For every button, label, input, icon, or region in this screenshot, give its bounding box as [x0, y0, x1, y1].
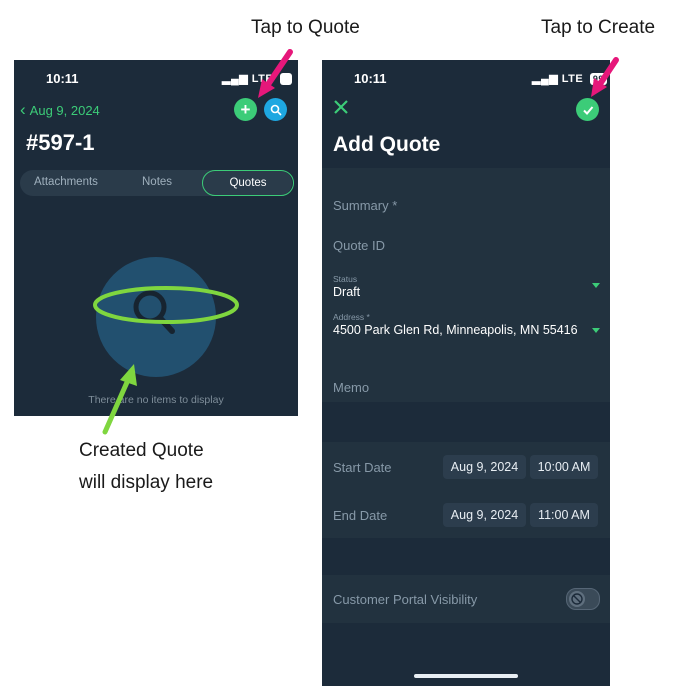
plus-icon: +: [240, 99, 251, 119]
status-label: Status: [333, 274, 358, 284]
empty-state-text: There are no items to display: [88, 394, 224, 406]
signal-bars-icon: ▂▄▆: [222, 73, 249, 85]
portal-visibility-toggle[interactable]: [566, 588, 600, 610]
start-date-picker[interactable]: Aug 9, 2024: [443, 455, 526, 479]
end-date-picker[interactable]: Aug 9, 2024: [443, 503, 526, 527]
back-button[interactable]: ‹ Aug 9, 2024: [20, 100, 100, 120]
tap-to-quote-annotation: Tap to Quote: [251, 17, 360, 38]
magnifier-icon: [133, 290, 175, 334]
add-quote-screen: 10:11 ▂▄▆ LTE 99 Add Quote Summary * Quo…: [322, 60, 610, 686]
page-title: #597-1: [26, 130, 95, 155]
tab-attachments[interactable]: Attachments: [34, 176, 98, 188]
battery-icon: [279, 73, 292, 85]
empty-state-illustration: [96, 257, 216, 377]
memo-field[interactable]: Memo: [333, 380, 369, 395]
toggle-knob: [569, 591, 585, 607]
status-time: 10:11: [354, 71, 387, 86]
address-dropdown-icon: [592, 328, 600, 333]
tab-quotes-label: Quotes: [229, 177, 267, 189]
back-label: Aug 9, 2024: [29, 102, 100, 118]
check-icon: [582, 105, 593, 115]
home-indicator: [414, 674, 518, 678]
address-select[interactable]: Address * 4500 Park Glen Rd, Minneapolis…: [322, 308, 610, 340]
search-button[interactable]: [264, 98, 287, 121]
signal-type: LTE: [251, 73, 274, 85]
create-quote-button[interactable]: [576, 98, 599, 121]
page-title: Add Quote: [333, 133, 441, 156]
status-time: 10:11: [46, 71, 79, 86]
created-quote-annotation-line2: will display here: [79, 472, 214, 493]
address-value: 4500 Park Glen Rd, Minneapolis, MN 55416: [333, 323, 578, 337]
created-quote-annotation-line1: Created Quote: [79, 440, 204, 461]
tab-notes[interactable]: Notes: [142, 176, 172, 188]
tab-bar: Attachments Notes Quotes: [20, 170, 294, 196]
quote-id-field[interactable]: Quote ID: [333, 238, 385, 253]
status-signal: ▂▄▆ LTE 99: [532, 72, 607, 85]
add-quote-button[interactable]: +: [234, 98, 257, 121]
summary-field[interactable]: Summary *: [333, 198, 397, 213]
quotes-list-screen: 10:11 ▂▄▆ LTE ‹ Aug 9, 2024 + #597-1 Att…: [14, 60, 298, 416]
disabled-icon: [571, 593, 583, 605]
signal-type: LTE: [561, 73, 584, 85]
start-date-label: Start Date: [333, 460, 392, 475]
battery-icon: 99: [589, 73, 607, 85]
status-dropdown-icon: [592, 283, 600, 288]
status-select[interactable]: Status Draft: [322, 270, 610, 302]
end-time-picker[interactable]: 11:00 AM: [530, 503, 598, 527]
status-signal: ▂▄▆ LTE: [222, 72, 292, 85]
portal-visibility-label: Customer Portal Visibility: [333, 592, 478, 607]
close-button[interactable]: [332, 98, 352, 118]
address-label: Address *: [333, 312, 370, 322]
status-value: Draft: [333, 285, 361, 299]
end-date-label: End Date: [333, 508, 388, 523]
tab-quotes[interactable]: Quotes: [202, 170, 294, 196]
signal-bars-icon: ▂▄▆: [532, 73, 559, 85]
close-icon: [334, 100, 348, 114]
search-icon: [270, 104, 282, 116]
start-time-picker[interactable]: 10:00 AM: [530, 455, 598, 479]
chevron-left-icon: ‹: [20, 100, 26, 119]
tap-to-create-annotation: Tap to Create: [541, 17, 656, 38]
